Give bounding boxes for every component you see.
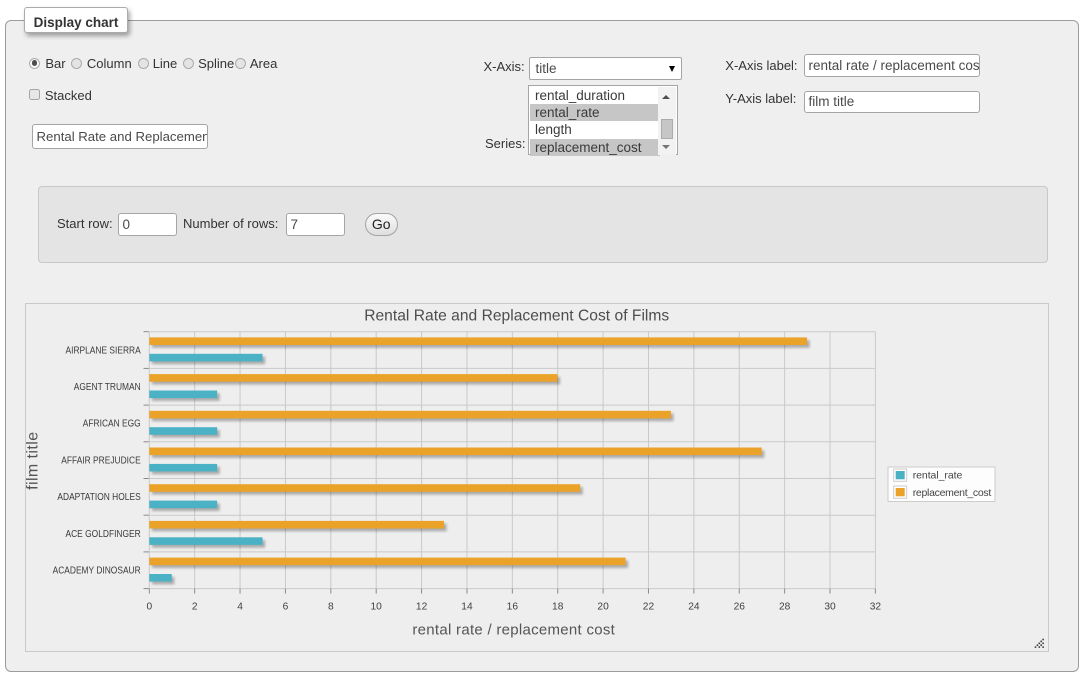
svg-text:28: 28 <box>779 602 791 613</box>
svg-text:8: 8 <box>328 602 334 613</box>
svg-text:20: 20 <box>597 602 609 613</box>
svg-text:32: 32 <box>870 602 882 613</box>
svg-text:replacement_cost: replacement_cost <box>913 487 992 499</box>
svg-text:6: 6 <box>283 602 289 613</box>
svg-text:24: 24 <box>688 602 700 613</box>
svg-text:26: 26 <box>734 602 746 613</box>
svg-text:ACADEMY DINOSAUR: ACADEMY DINOSAUR <box>53 566 141 577</box>
svg-text:16: 16 <box>507 602 519 613</box>
svg-text:AFFAIR PREJUDICE: AFFAIR PREJUDICE <box>61 455 141 466</box>
svg-text:4: 4 <box>237 602 243 613</box>
svg-text:0: 0 <box>146 602 152 613</box>
svg-text:AIRPLANE SIERRA: AIRPLANE SIERRA <box>66 345 141 356</box>
svg-text:22: 22 <box>643 602 655 613</box>
svg-text:film title: film title <box>26 432 42 490</box>
svg-text:ACE GOLDFINGER: ACE GOLDFINGER <box>66 529 141 540</box>
svg-text:rental rate / replacement cost: rental rate / replacement cost <box>412 622 615 639</box>
svg-text:12: 12 <box>416 602 428 613</box>
svg-text:2: 2 <box>192 602 198 613</box>
svg-text:AFRICAN EGG: AFRICAN EGG <box>83 419 141 430</box>
svg-text:30: 30 <box>824 602 836 613</box>
svg-text:Rental Rate and Replacement Co: Rental Rate and Replacement Cost of Film… <box>364 307 669 324</box>
svg-text:ADAPTATION HOLES: ADAPTATION HOLES <box>57 492 141 503</box>
svg-text:18: 18 <box>552 602 564 613</box>
svg-text:10: 10 <box>371 602 383 613</box>
svg-text:AGENT TRUMAN: AGENT TRUMAN <box>74 382 141 393</box>
svg-text:rental_rate: rental_rate <box>913 470 963 482</box>
svg-text:14: 14 <box>461 602 473 613</box>
